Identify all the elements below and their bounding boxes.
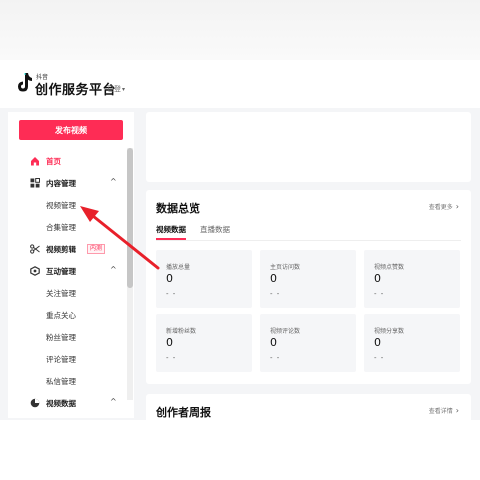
- stat-tile[interactable]: 新增粉丝数 0 - -: [156, 314, 252, 372]
- caret-down-icon: ▾: [122, 86, 126, 93]
- tab-video-data[interactable]: 视频数据: [156, 224, 186, 235]
- stat-tile[interactable]: 主页访问数 0 - -: [260, 250, 356, 308]
- stat-delta: - -: [270, 290, 281, 298]
- stat-label: 视频分享数: [374, 328, 405, 335]
- sidebar-group-interaction[interactable]: 互动管理 ^: [8, 262, 124, 280]
- see-detail-label: 查看详情: [428, 408, 453, 415]
- stat-value: 0: [374, 336, 381, 349]
- sidebar-item-video-edit[interactable]: 视频剪辑 内测: [8, 240, 124, 258]
- sidebar-item-fans-mgmt[interactable]: 粉丝管理: [46, 332, 76, 343]
- grid-icon: [30, 178, 40, 188]
- sidebar-item-collection-mgmt[interactable]: 合集管理: [46, 222, 76, 233]
- sidebar-item-comment-mgmt[interactable]: 评论管理: [46, 354, 76, 365]
- brand-title: 创作服务平台: [35, 83, 117, 98]
- stat-tile[interactable]: 视频点赞数 0 - -: [364, 250, 460, 308]
- account-label: 已登: [107, 85, 121, 93]
- sidebar-item-label: 视频剪辑: [46, 245, 76, 254]
- data-overview-card: 数据总览 查看更多 › 视频数据 直播数据 播放总量 0 - - 主页访问数 0 …: [146, 190, 471, 384]
- sidebar-item-label: 内容管理: [46, 179, 76, 188]
- top-card: [146, 112, 471, 182]
- tab-divider: [156, 240, 461, 241]
- see-more-link[interactable]: 查看更多 ›: [429, 202, 459, 211]
- chevron-right-icon: ›: [455, 202, 459, 211]
- scissors-icon: [30, 244, 40, 254]
- publish-video-button[interactable]: 发布视频: [19, 120, 123, 140]
- sidebar-item-label: 首页: [46, 157, 61, 166]
- stat-label: 播放总量: [166, 264, 191, 271]
- sidebar-group-content[interactable]: 内容管理 ^: [8, 174, 124, 192]
- stat-tile[interactable]: 播放总量 0 - -: [156, 250, 252, 308]
- sidebar-item-label: 互动管理: [46, 267, 76, 276]
- sidebar-item-message-mgmt[interactable]: 私信管理: [46, 376, 76, 387]
- chevron-up-icon: ^: [110, 397, 117, 406]
- stat-tile[interactable]: 视频分享数 0 - -: [364, 314, 460, 372]
- sidebar-item-key-care[interactable]: 重点关心: [46, 310, 76, 321]
- blurred-bottom-area: [0, 420, 480, 480]
- stat-value: 0: [270, 272, 277, 285]
- home-icon: [31, 157, 39, 166]
- sidebar-scrollbar[interactable]: [127, 148, 133, 400]
- stat-value: 0: [374, 272, 381, 285]
- stat-label: 视频评论数: [270, 328, 301, 335]
- sidebar-item-video-mgmt[interactable]: 视频管理: [46, 200, 76, 211]
- chevron-up-icon: ^: [110, 265, 117, 274]
- pie-chart-icon: [30, 398, 40, 408]
- sidebar-item-follow-mgmt[interactable]: 关注管理: [46, 288, 76, 299]
- interaction-icon: [30, 266, 40, 276]
- stat-delta: - -: [166, 354, 177, 362]
- stat-delta: - -: [374, 290, 385, 298]
- beta-badge: 内测: [87, 244, 106, 254]
- weekly-report-card: 创作者周报 查看详情 ›: [146, 394, 471, 420]
- blurred-top-area: [0, 0, 480, 60]
- scrollbar-thumb[interactable]: [127, 148, 133, 288]
- stat-delta: - -: [166, 290, 177, 298]
- stat-label: 新增粉丝数: [166, 328, 197, 335]
- stat-delta: - -: [374, 354, 385, 362]
- card-title: 数据总览: [156, 202, 200, 215]
- stat-tile[interactable]: 视频评论数 0 - -: [260, 314, 356, 372]
- stat-label: 主页访问数: [270, 264, 301, 271]
- sidebar-group-video-data[interactable]: 视频数据 ^: [8, 394, 124, 412]
- card-title: 创作者周报: [156, 406, 211, 419]
- see-detail-link[interactable]: 查看详情 ›: [429, 406, 459, 415]
- sidebar-item-label: 视频数据: [46, 399, 76, 408]
- stat-label: 视频点赞数: [374, 264, 405, 271]
- sidebar-item-home[interactable]: 首页: [8, 152, 124, 170]
- stat-value: 0: [270, 336, 277, 349]
- douyin-logo-icon[interactable]: [14, 72, 34, 94]
- stat-delta: - -: [270, 354, 281, 362]
- account-dropdown[interactable]: 已登▾: [107, 84, 125, 94]
- stat-value: 0: [166, 272, 173, 285]
- chevron-right-icon: ›: [455, 406, 459, 415]
- sidebar: 发布视频 首页 内容管理 ^ 视频管理 合集管理 视频剪辑 内测 互动管理 ^ …: [8, 112, 134, 418]
- active-tab-indicator: [156, 238, 186, 240]
- chevron-up-icon: ^: [110, 177, 117, 186]
- stat-value: 0: [166, 336, 173, 349]
- see-more-label: 查看更多: [428, 204, 453, 211]
- tab-live-data[interactable]: 直播数据: [200, 224, 230, 235]
